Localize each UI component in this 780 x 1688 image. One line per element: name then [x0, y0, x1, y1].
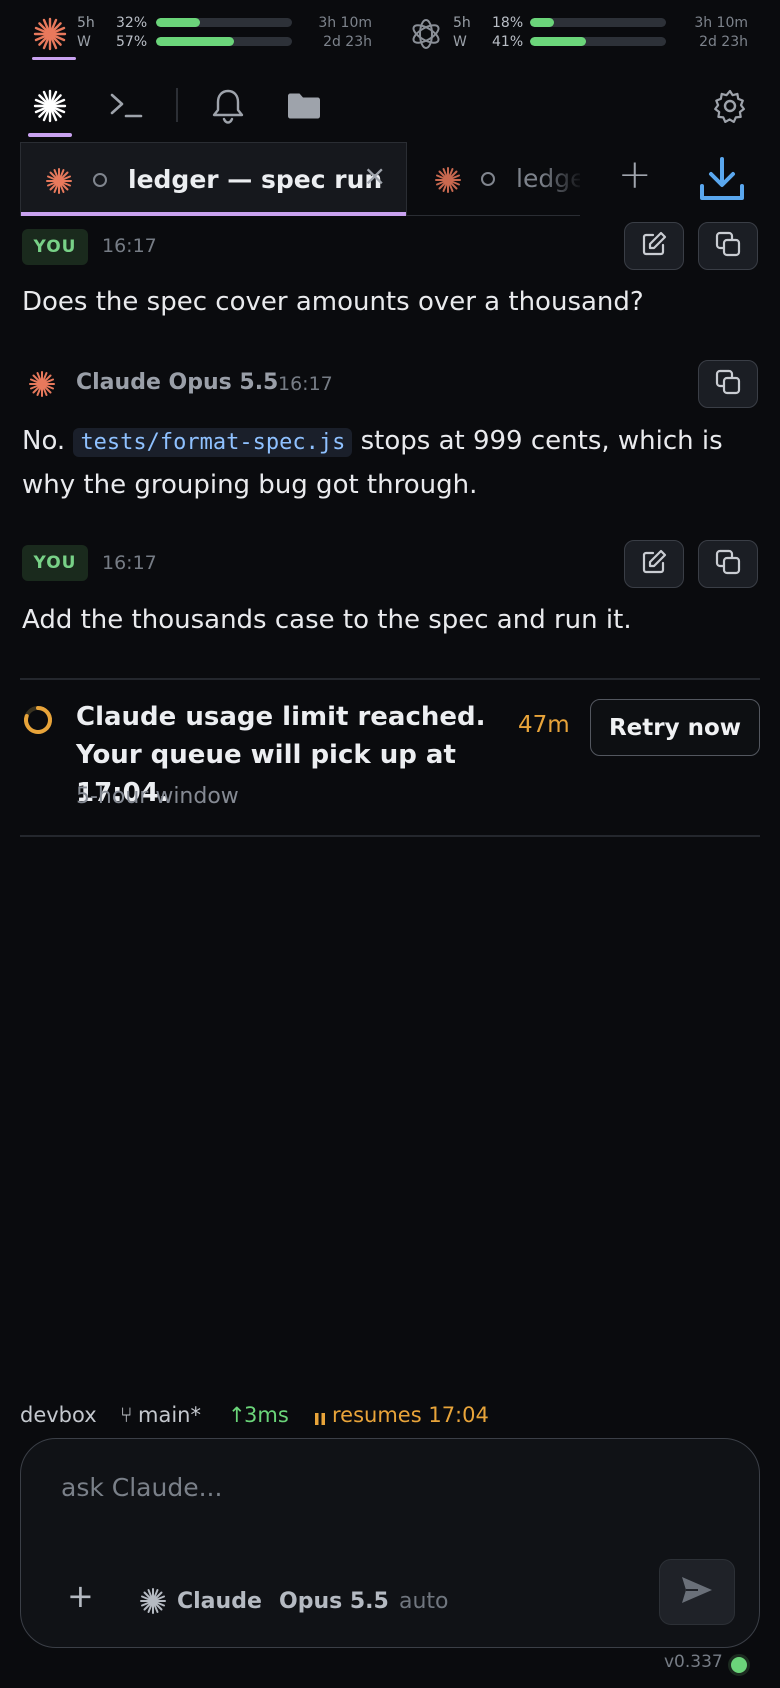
new-tab-button[interactable]: +	[618, 152, 652, 198]
tab-active[interactable]: ledger — spec run ×	[20, 142, 407, 216]
retry-now-button[interactable]: Retry now	[590, 699, 760, 756]
usage-window-label: W	[453, 34, 467, 50]
folder-icon[interactable]	[280, 82, 328, 130]
connection-status-dot	[728, 1654, 750, 1676]
user-message-text: Does the spec cover amounts over a thous…	[22, 287, 644, 317]
user-message-text: Add the thousands case to the spec and r…	[22, 605, 632, 635]
spinner-icon	[22, 704, 54, 740]
host-label: devbox	[20, 1403, 97, 1427]
usage-reset-time: 3h 10m	[318, 15, 372, 31]
copy-icon	[714, 368, 742, 400]
copy-icon	[714, 230, 742, 262]
copy-message-button[interactable]	[698, 540, 758, 588]
message-timestamp: 16:17	[278, 373, 333, 395]
resume-status: resumes 17:04	[332, 1403, 489, 1427]
active-tab-accent	[21, 212, 406, 216]
code-reference: tests/format-spec.js	[73, 428, 353, 457]
usage-window-label: W	[77, 34, 91, 50]
usage-bar	[156, 37, 292, 46]
attach-button[interactable]: +	[67, 1577, 94, 1615]
openai-usage: 5h 18% 3h 10m W 41% 2d 23h	[376, 12, 766, 52]
edit-message-button[interactable]	[624, 222, 684, 270]
usage-reset-time: 3h 10m	[694, 15, 748, 31]
terminal-icon[interactable]	[102, 82, 150, 130]
usage-percent: 32%	[116, 15, 148, 31]
claude-tab-icon	[45, 167, 73, 199]
usage-reset-time: 2d 23h	[699, 34, 748, 50]
latency-icon: ↑	[228, 1403, 246, 1427]
claude-tab-icon	[434, 166, 462, 198]
gear-icon[interactable]	[706, 82, 754, 130]
toolbar-divider	[176, 88, 178, 122]
usage-bar	[530, 18, 666, 27]
provider-selector[interactable]: Claude	[177, 1589, 262, 1614]
divider	[20, 678, 760, 680]
notice-subtitle: 5-hour window	[76, 784, 239, 809]
tab-title: ledger — spec run	[128, 165, 383, 194]
edit-icon	[640, 230, 668, 262]
usage-window-label: 5h	[453, 15, 471, 31]
claude-avatar-icon	[28, 370, 56, 402]
tab-overflow-fade	[540, 142, 584, 216]
provider-underline	[32, 57, 76, 60]
usage-bar	[156, 18, 292, 27]
usage-percent: 57%	[116, 34, 148, 50]
send-icon	[680, 1575, 714, 1609]
assistant-model-name: Claude Opus 5.5	[76, 370, 279, 395]
claude-provider-icon[interactable]	[139, 1587, 167, 1619]
assistant-text-pre: No.	[22, 426, 66, 456]
latency-label: 3ms	[244, 1403, 289, 1427]
divider	[20, 835, 760, 837]
usage-window-label: 5h	[77, 15, 95, 31]
edit-message-button[interactable]	[624, 540, 684, 588]
claude-usage: 5h 32% 3h 10m W 57% 2d 23h	[0, 12, 390, 52]
usage-percent: 18%	[492, 15, 524, 31]
copy-icon	[714, 548, 742, 580]
usage-reset-time: 2d 23h	[323, 34, 372, 50]
mode-selector[interactable]: auto	[399, 1589, 449, 1614]
tab-bar-border	[407, 215, 580, 216]
user-badge: YOU	[22, 545, 88, 581]
active-tool-underline	[28, 133, 72, 137]
composer: + Claude Opus 5.5 auto	[20, 1438, 760, 1648]
branch-label: main*	[138, 1403, 201, 1427]
send-button[interactable]	[659, 1559, 735, 1625]
assistant-message-text: No. tests/format-spec.js stops at 999 ce…	[22, 420, 762, 506]
pause-icon	[314, 1411, 326, 1430]
notice-title-line1: Claude usage limit reached.	[76, 702, 486, 732]
message-timestamp: 16:17	[102, 552, 157, 574]
claude-sparkle-icon[interactable]	[26, 82, 74, 130]
download-icon[interactable]	[698, 156, 746, 206]
branch-icon: ⑂	[120, 1403, 133, 1427]
usage-bar	[530, 37, 666, 46]
edit-icon	[640, 548, 668, 580]
copy-message-button[interactable]	[698, 360, 758, 408]
tab-status-dot	[481, 172, 495, 186]
close-tab-icon[interactable]: ×	[363, 159, 386, 192]
tab-status-dot	[93, 173, 107, 187]
model-selector[interactable]: Opus 5.5	[279, 1589, 389, 1614]
bell-icon[interactable]	[204, 82, 252, 130]
message-timestamp: 16:17	[102, 235, 157, 257]
message-input[interactable]	[61, 1467, 701, 1507]
version-label: v0.337	[664, 1652, 723, 1672]
usage-percent: 41%	[492, 34, 524, 50]
countdown: 47m	[518, 712, 570, 738]
copy-message-button[interactable]	[698, 222, 758, 270]
user-badge: YOU	[22, 229, 88, 265]
